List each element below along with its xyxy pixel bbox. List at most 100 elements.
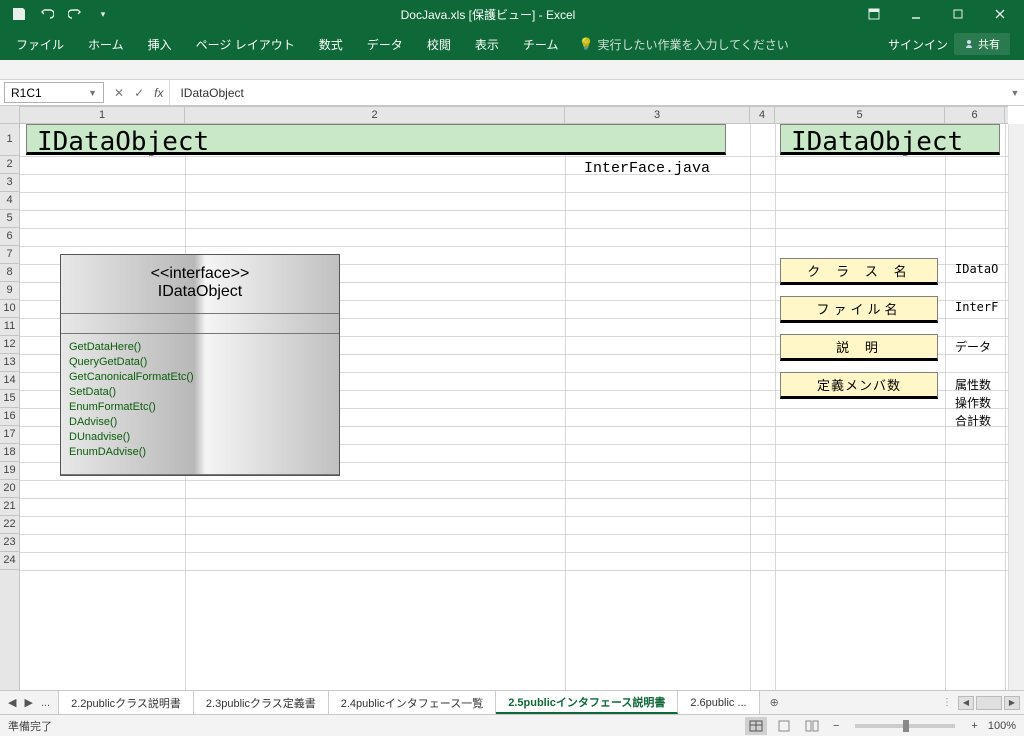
tab-nav-next-icon[interactable]: ▶ (24, 696, 32, 709)
row-header[interactable]: 9 (0, 282, 19, 300)
tab-nav-ellipsis[interactable]: ... (41, 697, 50, 709)
sheet-tab-nav[interactable]: ◀ ▶ ... (0, 691, 59, 714)
undo-icon[interactable] (36, 3, 58, 25)
tab-nav-prev-icon[interactable]: ◀ (8, 696, 16, 709)
row-header[interactable]: 14 (0, 372, 19, 390)
ribbon-tab-0[interactable]: ファイル (4, 30, 76, 59)
col-header[interactable]: 2 (185, 107, 565, 123)
normal-view-icon[interactable] (745, 717, 767, 735)
row-header[interactable]: 3 (0, 174, 19, 192)
row-header[interactable]: 24 (0, 552, 19, 570)
col-header[interactable]: 1 (20, 107, 185, 123)
ribbon-tab-8[interactable]: チーム (511, 30, 571, 59)
fx-icon[interactable]: fx (154, 86, 163, 100)
cancel-icon[interactable]: ✕ (114, 86, 124, 100)
ribbon-tab-5[interactable]: データ (355, 30, 415, 59)
zoom-out-button[interactable]: − (829, 720, 843, 732)
ribbon-tab-2[interactable]: 挿入 (136, 30, 184, 59)
hscroll-right-icon[interactable]: ▶ (1004, 696, 1020, 710)
sheet-tab[interactable]: 2.3publicクラス定義書 (194, 691, 329, 714)
signin-link[interactable]: サインイン (888, 36, 948, 53)
enter-icon[interactable]: ✓ (134, 86, 144, 100)
ribbon-tab-3[interactable]: ページ レイアウト (184, 30, 307, 59)
page-break-view-icon[interactable] (801, 717, 823, 735)
ribbon-tab-6[interactable]: 校閲 (415, 30, 463, 59)
spreadsheet-grid[interactable]: 123456 123456789101112131415161718192021… (0, 106, 1024, 690)
maximize-icon[interactable] (938, 0, 978, 28)
value-attr-count[interactable]: 属性数 (955, 376, 991, 393)
zoom-level[interactable]: 100% (988, 720, 1016, 732)
col-header[interactable]: 5 (775, 107, 945, 123)
zoom-in-button[interactable]: + (967, 720, 981, 732)
row-header[interactable]: 12 (0, 336, 19, 354)
ribbon-tab-4[interactable]: 数式 (307, 30, 355, 59)
ribbon-tab-1[interactable]: ホーム (76, 30, 136, 59)
col-header[interactable]: 6 (945, 107, 1005, 123)
select-all-corner[interactable] (0, 106, 20, 124)
row-header[interactable]: 2 (0, 156, 19, 174)
value-file-name[interactable]: InterF (955, 300, 998, 314)
cell-title-right[interactable]: IDataObject (780, 124, 1000, 155)
sheet-tab[interactable]: 2.4publicインタフェース一覧 (329, 691, 496, 714)
ribbon-collapsed-gap (0, 60, 1024, 80)
label-file-name[interactable]: ファイル名 (780, 296, 938, 323)
row-header[interactable]: 7 (0, 246, 19, 264)
uml-class-name: IDataObject (61, 283, 339, 301)
sheet-tab[interactable]: 2.6public ... (678, 691, 759, 714)
row-header[interactable]: 23 (0, 534, 19, 552)
hscroll-left-icon[interactable]: ◀ (958, 696, 974, 710)
row-header[interactable]: 22 (0, 516, 19, 534)
col-header[interactable]: 4 (750, 107, 775, 123)
save-icon[interactable] (8, 3, 30, 25)
label-class-name[interactable]: ク ラ ス 名 (780, 258, 938, 285)
row-header[interactable]: 21 (0, 498, 19, 516)
page-layout-view-icon[interactable] (773, 717, 795, 735)
minimize-icon[interactable] (896, 0, 936, 28)
redo-icon[interactable] (64, 3, 86, 25)
formula-input[interactable]: IDataObject (170, 80, 1006, 105)
cell-interface-file[interactable]: InterFace.java (584, 160, 710, 177)
sheet-tab[interactable]: 2.5publicインタフェース説明書 (496, 691, 678, 714)
tell-me-search[interactable]: 💡 実行したい作業を入力してください (578, 36, 788, 53)
row-header[interactable]: 20 (0, 480, 19, 498)
row-header[interactable]: 11 (0, 318, 19, 336)
cell-area[interactable]: IDataObject IDataObject InterFace.java ク… (20, 124, 1008, 690)
value-op-count[interactable]: 操作数 (955, 394, 991, 411)
vertical-scrollbar[interactable] (1008, 124, 1024, 690)
row-header[interactable]: 18 (0, 444, 19, 462)
value-description[interactable]: データ (955, 338, 991, 355)
value-class-name[interactable]: IDataO (955, 262, 998, 276)
row-header[interactable]: 1 (0, 124, 19, 156)
ribbon-tab-7[interactable]: 表示 (463, 30, 511, 59)
row-header[interactable]: 16 (0, 408, 19, 426)
row-header[interactable]: 5 (0, 210, 19, 228)
horizontal-scrollbar[interactable]: ⋮ ◀ ▶ (789, 691, 1024, 714)
row-header[interactable]: 17 (0, 426, 19, 444)
close-icon[interactable] (980, 0, 1020, 28)
row-header[interactable]: 4 (0, 192, 19, 210)
name-box[interactable]: R1C1 ▼ (4, 82, 104, 103)
cell-title-left[interactable]: IDataObject (26, 124, 726, 155)
label-member-count[interactable]: 定義メンバ数 (780, 372, 938, 399)
value-total-count[interactable]: 合計数 (955, 412, 991, 429)
name-box-value: R1C1 (11, 86, 42, 100)
label-description[interactable]: 説 明 (780, 334, 938, 361)
row-header[interactable]: 19 (0, 462, 19, 480)
chevron-down-icon[interactable]: ▼ (88, 88, 97, 98)
tell-me-placeholder: 実行したい作業を入力してください (597, 36, 788, 53)
new-sheet-button[interactable]: ⊕ (760, 691, 789, 714)
row-header[interactable]: 10 (0, 300, 19, 318)
lightbulb-icon: 💡 (578, 37, 593, 51)
row-header[interactable]: 15 (0, 390, 19, 408)
row-header[interactable]: 13 (0, 354, 19, 372)
sheet-tab[interactable]: 2.2publicクラス説明書 (59, 691, 194, 714)
uml-interface-shape[interactable]: <<interface>> IDataObject GetDataHere()Q… (60, 254, 340, 476)
share-button[interactable]: 共有 (954, 33, 1010, 55)
row-header[interactable]: 8 (0, 264, 19, 282)
ribbon-display-icon[interactable] (854, 0, 894, 28)
col-header[interactable]: 3 (565, 107, 750, 123)
qat-customize-icon[interactable]: ▾ (92, 3, 114, 25)
row-header[interactable]: 6 (0, 228, 19, 246)
formula-expand-icon[interactable]: ▼ (1006, 80, 1024, 105)
zoom-slider[interactable] (855, 724, 955, 728)
